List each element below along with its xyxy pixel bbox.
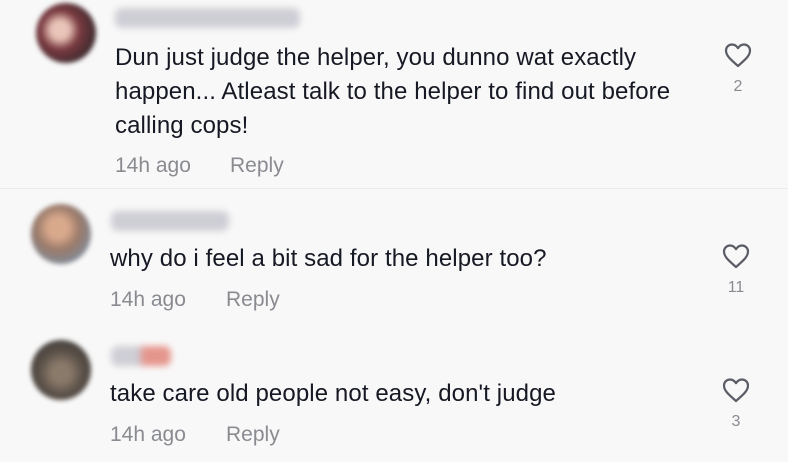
- author-name[interactable]: [111, 346, 171, 366]
- comment-time: 14h ago: [110, 423, 186, 446]
- comment-text: why do i feel a bit sad for the helper t…: [110, 245, 547, 272]
- like-button[interactable]: 3: [721, 377, 751, 431]
- like-count: 3: [731, 413, 741, 430]
- avatar[interactable]: [31, 204, 91, 264]
- avatar[interactable]: [31, 340, 91, 400]
- like-count: 2: [733, 78, 743, 95]
- comment-time: 14h ago: [110, 288, 186, 311]
- comment-text: take care old people not easy, don't jud…: [110, 380, 556, 407]
- divider: [0, 188, 788, 189]
- comment-time: 14h ago: [115, 154, 191, 177]
- heart-icon: [722, 378, 750, 403]
- like-button[interactable]: 11: [721, 243, 751, 297]
- like-button[interactable]: 2: [723, 42, 753, 96]
- author-name[interactable]: [111, 211, 229, 231]
- reply-button[interactable]: Reply: [226, 288, 280, 312]
- reply-button[interactable]: Reply: [230, 154, 284, 178]
- like-count: 11: [727, 279, 745, 296]
- heart-icon: [722, 244, 750, 269]
- author-name[interactable]: [115, 8, 300, 28]
- heart-icon: [724, 43, 752, 68]
- comment-text: Dun just judge the helper, you dunno wat…: [115, 44, 671, 139]
- reply-button[interactable]: Reply: [226, 423, 280, 447]
- avatar[interactable]: [36, 3, 96, 63]
